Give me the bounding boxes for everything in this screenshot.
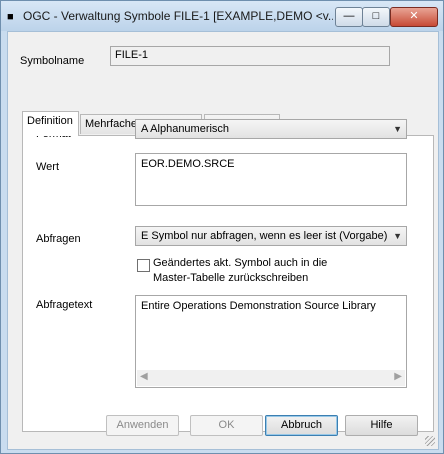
- ok-button[interactable]: OK: [190, 415, 263, 436]
- minimize-button[interactable]: —: [335, 7, 363, 27]
- format-select[interactable]: A Alphanumerisch ▼: [135, 119, 407, 139]
- resize-grip-icon[interactable]: [425, 436, 435, 446]
- horizontal-scrollbar[interactable]: ◀ ▶: [137, 370, 405, 386]
- writeback-label-line2: Master-Tabelle zurückschreiben: [153, 272, 309, 284]
- arrow-right-icon[interactable]: ▶: [394, 371, 402, 382]
- abbruch-button[interactable]: Abbruch: [265, 415, 338, 436]
- writeback-checkbox[interactable]: [137, 259, 150, 272]
- arrow-left-icon[interactable]: ◀: [140, 371, 148, 382]
- format-select-value: A Alphanumerisch: [141, 123, 230, 135]
- close-button[interactable]: ✕: [390, 7, 438, 27]
- dialog-client-area: Symbolname FILE-1 Definition Mehrfache S…: [7, 31, 439, 450]
- abfragetext-label: Abfragetext: [36, 299, 93, 311]
- symbolname-field: FILE-1: [110, 46, 390, 66]
- dialog-window: ■ OGC - Verwaltung Symbole FILE-1 [EXAMP…: [0, 0, 444, 454]
- window-title: OGC - Verwaltung Symbole FILE-1 [EXAMPLE…: [23, 9, 333, 23]
- writeback-label-line1: Geändertes akt. Symbol auch in die: [153, 257, 328, 269]
- app-icon[interactable]: ■: [7, 11, 19, 23]
- abfragen-select-value: E Symbol nur abfragen, wenn es leer ist …: [141, 230, 388, 242]
- symbolname-label: Symbolname: [20, 55, 85, 67]
- abfragetext-input[interactable]: Entire Operations Demonstration Source L…: [135, 295, 407, 388]
- abfragetext-value: Entire Operations Demonstration Source L…: [141, 300, 376, 312]
- abfragen-select[interactable]: E Symbol nur abfragen, wenn es leer ist …: [135, 226, 407, 246]
- wert-input[interactable]: EOR.DEMO.SRCE: [135, 153, 407, 206]
- tab-definition[interactable]: Definition: [22, 111, 79, 136]
- wert-label: Wert: [36, 161, 60, 173]
- title-bar[interactable]: ■ OGC - Verwaltung Symbole FILE-1 [EXAMP…: [1, 1, 443, 31]
- chevron-down-icon: ▼: [393, 124, 402, 134]
- maximize-button[interactable]: □: [362, 7, 390, 27]
- anwenden-button[interactable]: Anwenden: [106, 415, 179, 436]
- chevron-down-icon: ▼: [393, 231, 402, 241]
- abfragen-label: Abfragen: [36, 233, 81, 245]
- hilfe-button[interactable]: Hilfe: [345, 415, 418, 436]
